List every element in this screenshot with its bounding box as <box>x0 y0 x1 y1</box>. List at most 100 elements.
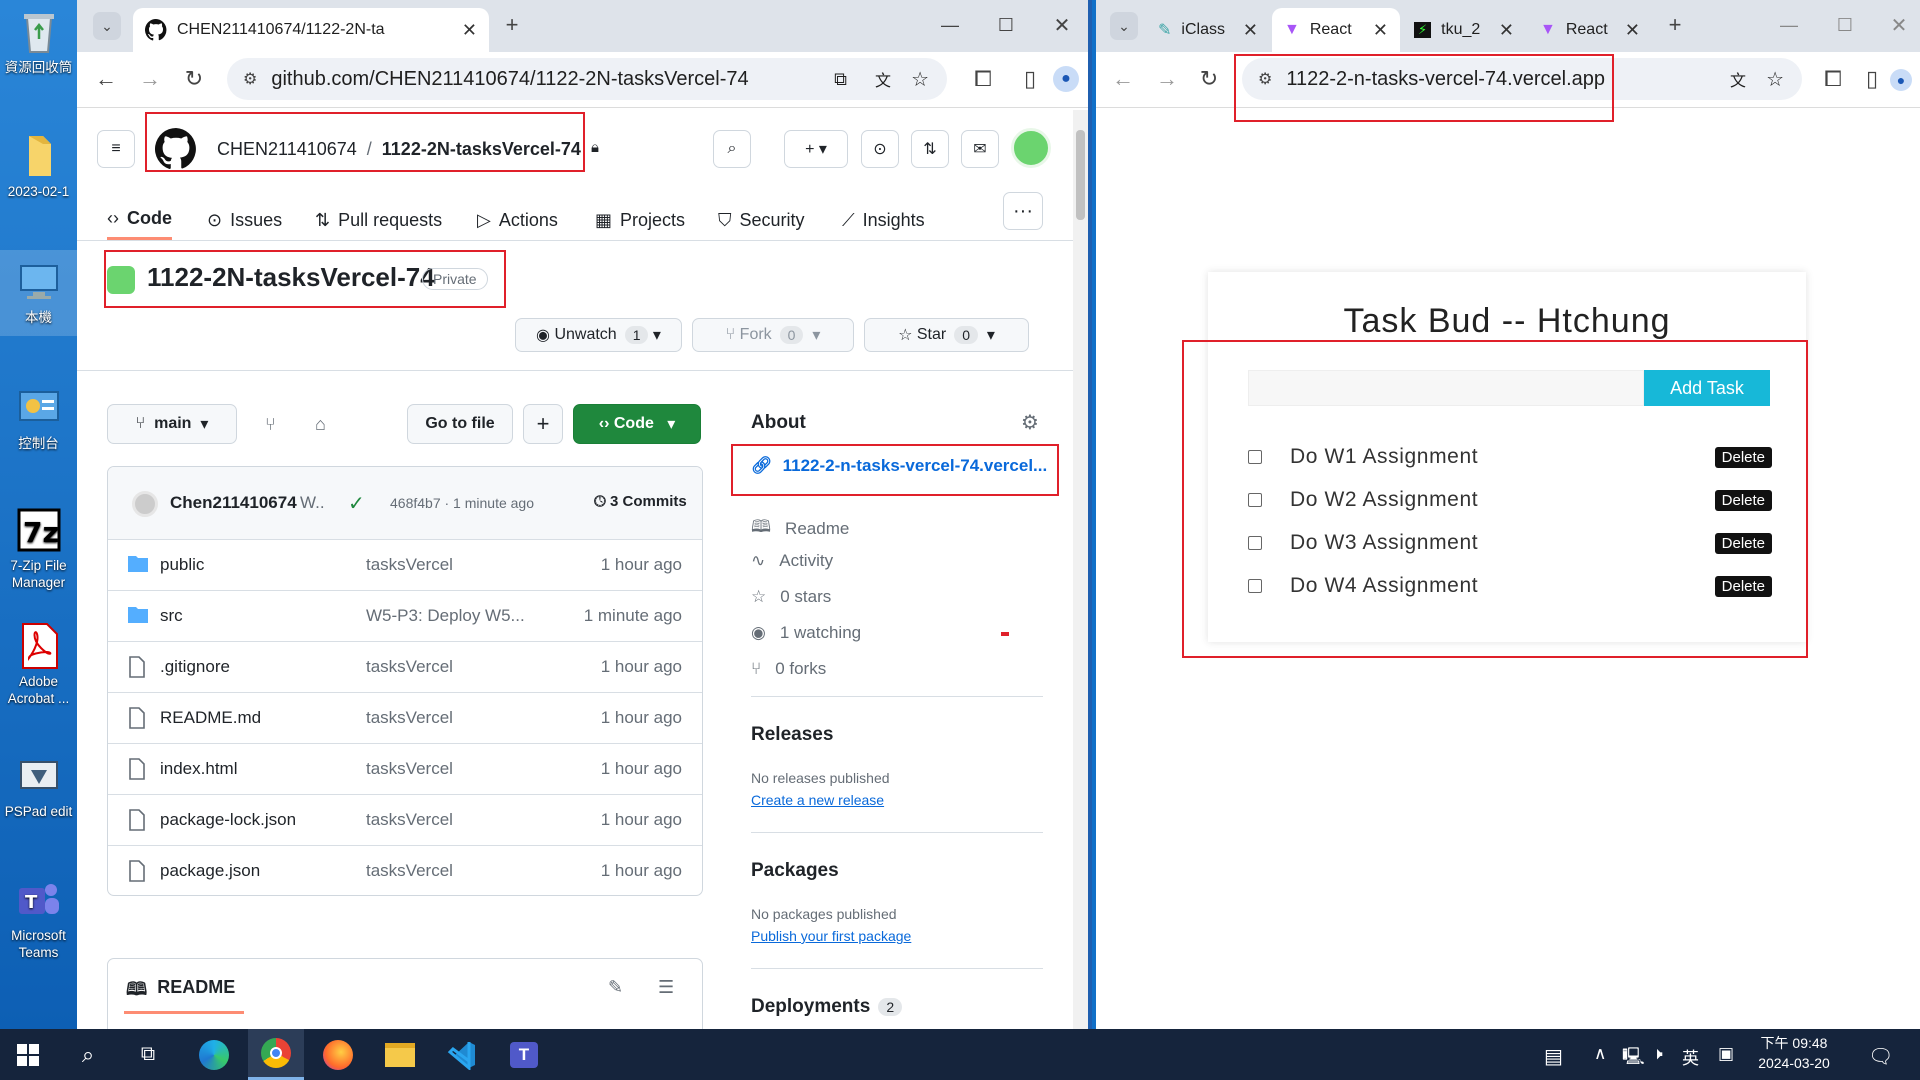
desktop-icon-recycle-bin[interactable]: 資源回收筒 <box>0 8 77 76</box>
desktop-icon-pspad[interactable]: PSPad edit <box>0 752 77 820</box>
teams-taskbar-icon[interactable]: T <box>496 1029 552 1080</box>
branch-selector-button[interactable]: ⑂ main ▾ <box>107 404 237 444</box>
commit-author[interactable]: Chen211410674 <box>170 493 297 513</box>
file-name[interactable]: package-lock.json <box>160 810 296 830</box>
file-name[interactable]: src <box>160 606 183 626</box>
tab-close-icon[interactable]: ✕ <box>1625 20 1640 41</box>
homepage-link[interactable]: 🔗︎ 1122-2-n-tasks-vercel-74.vercel... <box>751 456 1047 476</box>
chrome-icon[interactable] <box>248 1029 304 1080</box>
install-app-icon[interactable]: ⧉ <box>834 69 847 90</box>
more-tabs-button[interactable]: ··· <box>1003 192 1043 230</box>
file-row[interactable]: package-lock.json tasksVercel 1 hour ago <box>108 794 702 845</box>
ime-indicator[interactable]: 英 <box>1682 1044 1699 1069</box>
file-explorer-icon[interactable] <box>372 1029 428 1080</box>
about-watching[interactable]: ◉ 1 watching <box>751 623 861 643</box>
profile-avatar-icon[interactable]: ● <box>1890 69 1912 91</box>
star-button[interactable]: ☆ Star 0 ▾ <box>864 318 1029 352</box>
new-tab-icon[interactable]: + <box>499 12 525 38</box>
firefox-icon[interactable] <box>310 1029 366 1080</box>
tab-close-icon[interactable]: ✕ <box>1373 20 1388 41</box>
about-readme[interactable]: 🕮 Readme <box>751 514 849 543</box>
file-commit-message[interactable]: tasksVercel <box>366 861 453 881</box>
tab-react[interactable]: ▼ React ✕ <box>1528 8 1652 52</box>
file-name[interactable]: .gitignore <box>160 657 230 677</box>
window-close-icon[interactable]: ✕ <box>1049 12 1075 38</box>
add-file-button[interactable]: + <box>523 404 563 444</box>
file-commit-message[interactable]: tasksVercel <box>366 708 453 728</box>
task-checkbox[interactable] <box>1248 450 1262 464</box>
fork-button[interactable]: ⑂ Fork 0 ▾ <box>692 318 854 352</box>
add-task-button[interactable]: Add Task <box>1644 370 1770 406</box>
unwatch-button[interactable]: ◉ Unwatch 1 ▾ <box>515 318 682 352</box>
publish-package-link[interactable]: Publish your first package <box>751 928 911 944</box>
branches-icon[interactable]: ⑂ <box>265 414 276 435</box>
delete-task-button[interactable]: Delete <box>1714 489 1772 511</box>
commit-message[interactable]: W.. <box>300 493 325 513</box>
delete-task-button[interactable]: Delete <box>1714 446 1772 468</box>
reload-icon[interactable]: ↻ <box>1196 66 1222 92</box>
task-view-icon[interactable]: ⧉ <box>120 1029 176 1080</box>
task-checkbox[interactable] <box>1248 579 1262 593</box>
code-dropdown-button[interactable]: ‹› Code ▾ <box>573 404 701 444</box>
tab-search-button[interactable]: ⌄ <box>1110 12 1138 40</box>
file-name[interactable]: public <box>160 555 204 575</box>
tab-pull-requests[interactable]: ⇅ Pull requests <box>315 200 442 240</box>
file-row[interactable]: package.json tasksVercel 1 hour ago <box>108 845 702 895</box>
extensions-icon[interactable]: ⧠ <box>970 66 996 92</box>
breadcrumb-owner-link[interactable]: CHEN211410674 <box>217 139 357 160</box>
tab-close-icon[interactable]: ✕ <box>462 20 477 41</box>
github-logo-icon[interactable] <box>155 128 197 170</box>
tab-close-icon[interactable]: ✕ <box>1243 20 1258 41</box>
bookmark-star-icon[interactable]: ☆ <box>911 67 929 92</box>
file-name[interactable]: package.json <box>160 861 260 881</box>
minimize-icon[interactable]: — <box>1776 12 1802 38</box>
maximize-icon[interactable]: ☐ <box>993 12 1019 38</box>
pull-requests-icon-button[interactable]: ⇅ <box>911 130 949 168</box>
about-activity[interactable]: ∿ Activity <box>751 551 833 571</box>
deployments-heading[interactable]: Deployments 2 <box>751 996 903 1018</box>
start-button[interactable] <box>0 1029 56 1080</box>
task-checkbox[interactable] <box>1248 493 1262 507</box>
notes-icon[interactable]: ▣ <box>1718 1044 1734 1064</box>
back-icon[interactable]: ← <box>93 66 119 92</box>
translate-icon[interactable]: 文 <box>875 67 891 91</box>
tab-github[interactable]: CHEN211410674/1122-2N-ta ✕ <box>133 8 489 52</box>
bookmark-star-icon[interactable]: ☆ <box>1766 67 1784 92</box>
profile-avatar-icon[interactable]: ● <box>1053 66 1079 92</box>
side-panel-icon[interactable]: ▯ <box>1017 66 1043 92</box>
desktop-icon-this-pc[interactable]: 本機 <box>0 250 77 336</box>
file-name[interactable]: index.html <box>160 759 237 779</box>
about-forks[interactable]: ⑂ 0 forks <box>751 659 826 679</box>
delete-task-button[interactable]: Delete <box>1714 532 1772 554</box>
tab-code[interactable]: ‹› Code <box>107 200 172 240</box>
extensions-icon[interactable]: ⧠ <box>1820 66 1846 92</box>
show-hidden-icons-chevron-icon[interactable]: ∧ <box>1594 1044 1606 1064</box>
tab-close-icon[interactable]: ✕ <box>1499 20 1514 41</box>
inbox-icon-button[interactable]: ✉ <box>961 130 999 168</box>
window-close-icon[interactable]: ✕ <box>1886 12 1912 38</box>
maximize-icon[interactable]: ☐ <box>1832 12 1858 38</box>
commit-hash[interactable]: 468f4b7 · 1 minute ago <box>390 495 534 511</box>
file-commit-message[interactable]: W5-P3: Deploy W5... <box>366 606 525 626</box>
file-row[interactable]: index.html tasksVercel 1 hour ago <box>108 743 702 794</box>
reload-icon[interactable]: ↻ <box>181 66 207 92</box>
desktop-icon-control-panel[interactable]: 控制台 <box>0 384 77 452</box>
clock[interactable]: 下午 09:48 2024-03-20 <box>1754 1033 1834 1073</box>
tab-security[interactable]: ⛉ Security <box>718 200 805 240</box>
url-field[interactable]: ⚙ github.com/CHEN211410674/1122-2N-tasks… <box>227 58 947 100</box>
tab-insights[interactable]: ⟋ Insights <box>842 200 925 240</box>
tags-icon[interactable]: ⌂ <box>315 414 326 435</box>
file-row[interactable]: public tasksVercel 1 hour ago <box>108 539 702 590</box>
tab-iclass[interactable]: ✎ iClass ✕ <box>1146 8 1270 52</box>
volume-muted-icon[interactable]: 🕨︎ <box>1652 1044 1663 1064</box>
breadcrumb-repo-link[interactable]: 1122-2N-tasksVercel-74 <box>382 139 581 160</box>
translate-icon[interactable]: 文 <box>1730 67 1746 91</box>
create-new-button[interactable]: + ▾ <box>784 130 848 168</box>
issues-icon-button[interactable]: ⊙ <box>861 130 899 168</box>
tab-tku[interactable]: ⚡ tku_2 ✕ <box>1402 8 1526 52</box>
go-to-file-button[interactable]: Go to file <box>407 404 513 444</box>
tab-actions[interactable]: ▷ Actions <box>477 200 558 240</box>
file-commit-message[interactable]: tasksVercel <box>366 555 453 575</box>
file-row[interactable]: src W5-P3: Deploy W5... 1 minute ago <box>108 590 702 641</box>
file-name[interactable]: README.md <box>160 708 261 728</box>
